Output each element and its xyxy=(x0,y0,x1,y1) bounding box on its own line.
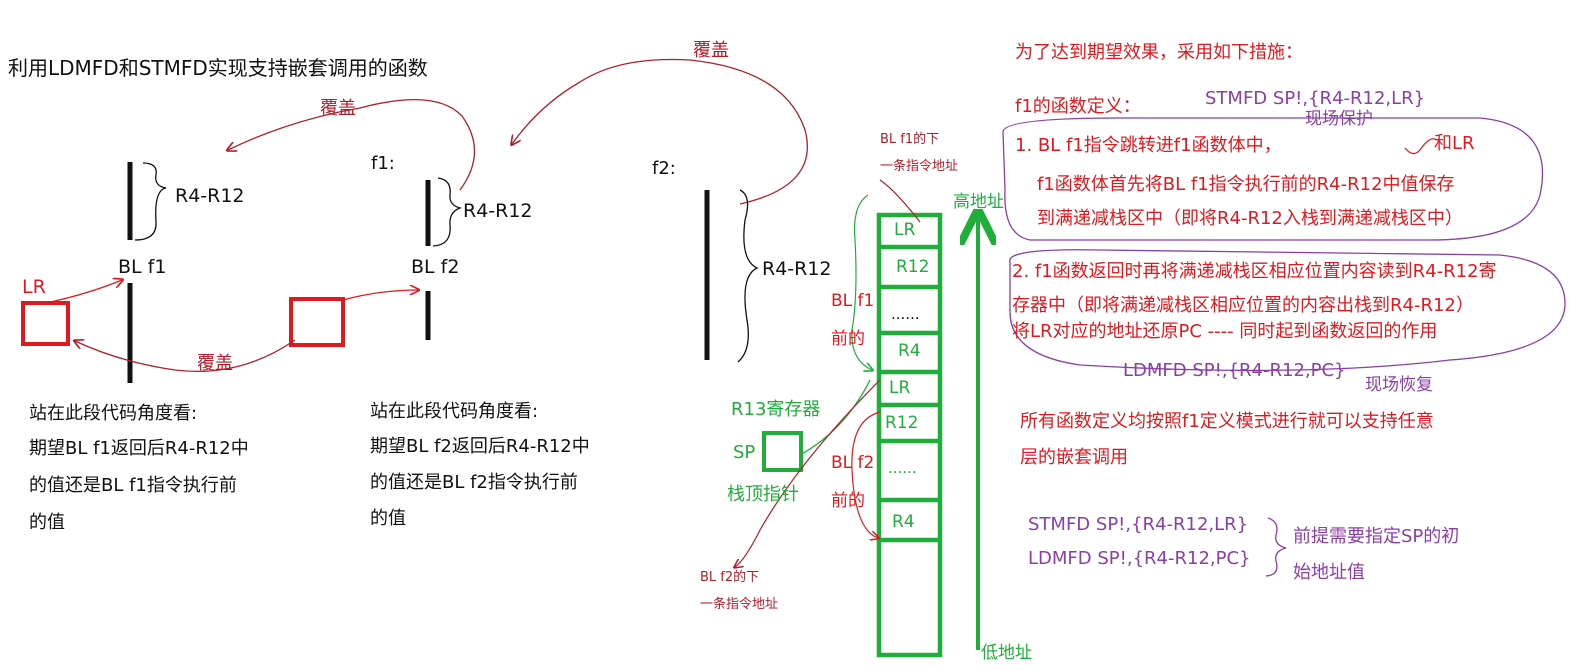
f1-definition-label: f1的函数定义： xyxy=(1015,96,1141,117)
part1-lr-label: LR xyxy=(22,276,46,298)
part2-regs-label: R4-R12 xyxy=(463,200,533,222)
step2-line2: 存器中（即将满递减栈区相应位置的内容出栈到R4-R12） xyxy=(1012,295,1474,316)
cover-bottom-label: 覆盖 xyxy=(197,353,233,374)
part2-func-label: f1: xyxy=(371,153,395,174)
sp-box xyxy=(762,431,803,472)
part2-regs-brace xyxy=(432,177,463,247)
next-f2-label-line2: 一条指令地址 xyxy=(700,597,779,612)
stack-frame xyxy=(876,212,943,658)
before-f2-label-line2: 前的 xyxy=(831,491,865,511)
scene-save-label: 现场保护 xyxy=(1305,109,1373,129)
before-f1-label-line1: BL f1 xyxy=(831,291,875,311)
summary-brace xyxy=(1265,517,1287,577)
step1-line2: f1函数体首先将BL f1指令执行前的R4-R12中值保存 xyxy=(1037,174,1455,195)
cover-top2-label: 覆盖 xyxy=(693,40,729,61)
before-f2-label-line1: BL f2 xyxy=(831,453,875,473)
stack-cell-lr-2: LR xyxy=(889,378,911,398)
part2-call-label: BL f2 xyxy=(411,256,460,278)
step1-lr-insert: 和LR xyxy=(1434,133,1475,154)
part1-note-line2: 期望BL f1返回后R4-R12中 xyxy=(29,438,249,459)
part1-lr-box xyxy=(21,301,70,346)
scene-save-tick xyxy=(1404,138,1438,155)
part3-regs-label: R4-R12 xyxy=(762,258,832,280)
summary-ldmfd: LDMFD SP!,{R4-R12,PC} xyxy=(1028,548,1251,569)
notes-heading: 为了达到期望效果，采用如下措施： xyxy=(1015,42,1303,63)
next-f1-label-line2: 一条指令地址 xyxy=(880,159,959,174)
step1-line3: 到满递减栈区中（即将R4-R12入栈到满递减栈区中） xyxy=(1037,208,1463,229)
sp-label: SP xyxy=(733,442,756,463)
low-address-label: 低地址 xyxy=(981,643,1032,663)
before-f2-brace xyxy=(851,411,880,538)
stack-cell-r4-1: R4 xyxy=(898,341,921,361)
next-f1-label-line1: BL f1的下 xyxy=(880,132,940,147)
r13-register-label: R13寄存器 xyxy=(731,399,821,420)
before-f1-label-line2: 前的 xyxy=(831,329,865,349)
step1-line1: 1. BL f1指令跳转进f1函数体中， xyxy=(1015,135,1282,156)
part2-note-line4: 的值 xyxy=(370,508,406,529)
diagram-title: 利用LDMFD和STMFD实现支持嵌套调用的函数 xyxy=(8,56,428,80)
stack-cell-dots-2: ...... xyxy=(888,459,917,477)
arrow-cover-top2 xyxy=(512,58,809,205)
stmfd-instruction: STMFD SP!,{R4-R12,LR} xyxy=(1205,88,1426,109)
part3-func-label: f2: xyxy=(652,158,676,179)
part1-call-label: BL f1 xyxy=(118,256,167,278)
step2-line1: 2. f1函数返回时再将满递减栈区相应位置内容读到R4-R12寄 xyxy=(1012,261,1497,282)
all-funcs-line1: 所有函数定义均按照f1定义模式进行就可以支持任意 xyxy=(1020,411,1434,432)
stack-cell-lr-1: LR xyxy=(894,220,916,240)
part1-note-line4: 的值 xyxy=(29,512,65,533)
part1-note-line3: 的值还是BL f1指令执行前 xyxy=(29,475,237,496)
step2-line3: 将LR对应的地址还原PC ---- 同时起到函数返回的作用 xyxy=(1012,321,1438,342)
stack-cell-r12-2: R12 xyxy=(885,413,919,433)
arrow-lr-to-bl xyxy=(45,280,122,304)
cover-top1-label: 覆盖 xyxy=(320,98,356,119)
part2-note-line3: 的值还是BL f2指令执行前 xyxy=(370,472,578,493)
sp-desc-label: 栈顶指针 xyxy=(727,484,799,505)
summary-stmfd: STMFD SP!,{R4-R12,LR} xyxy=(1028,514,1249,535)
part1-note-line1: 站在此段代码角度看: xyxy=(29,403,198,424)
part1-regs-brace xyxy=(134,162,167,241)
stack-cell-r12-1: R12 xyxy=(896,257,930,277)
arrow-box-to-bl2 xyxy=(342,290,418,301)
part1-saved-box xyxy=(289,297,345,347)
summary-note-line1: 前提需要指定SP的初 xyxy=(1293,526,1460,547)
summary-note-line2: 始地址值 xyxy=(1293,562,1365,583)
next-f2-label-line1: BL f2的下 xyxy=(700,570,760,585)
high-address-label: 高地址 xyxy=(953,192,1004,212)
all-funcs-line2: 层的嵌套调用 xyxy=(1020,447,1128,468)
scene-restore-label: 现场恢复 xyxy=(1365,375,1433,395)
part2-note-line1: 站在此段代码角度看: xyxy=(370,401,539,422)
part1-regs-label: R4-R12 xyxy=(175,185,245,207)
part2-note-line2: 期望BL f2返回后R4-R12中 xyxy=(370,436,590,457)
stack-cell-r4-2: R4 xyxy=(892,512,915,532)
ldmfd-instruction: LDMFD SP!,{R4-R12,PC} xyxy=(1123,360,1346,381)
part3-regs-brace xyxy=(737,189,759,363)
arrow-cover-bottom xyxy=(75,340,296,373)
stack-cell-dots-1: ...... xyxy=(891,305,920,323)
